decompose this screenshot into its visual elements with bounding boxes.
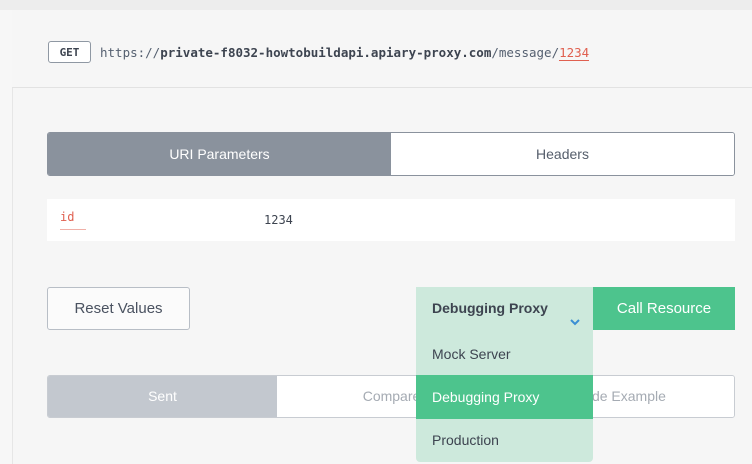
environment-dropdown: Mock Server Debugging Proxy Production bbox=[416, 330, 593, 462]
top-strip bbox=[0, 0, 752, 10]
call-resource-button[interactable]: Call Resource bbox=[593, 287, 735, 330]
url-path: /message/ bbox=[491, 45, 560, 60]
url-scheme: https:// bbox=[100, 45, 161, 60]
parameter-value-input[interactable]: 1234 bbox=[264, 213, 293, 227]
request-url: https://private-f8032-howtobuildapi.apia… bbox=[100, 45, 590, 61]
env-option-production[interactable]: Production bbox=[416, 418, 593, 462]
environment-select-value: Debugging Proxy bbox=[432, 300, 548, 316]
url-host: private-f8032-howtobuildapi.apiary-proxy… bbox=[160, 45, 492, 60]
tab-sent[interactable]: Sent bbox=[48, 376, 277, 417]
environment-select[interactable]: Debugging Proxy bbox=[416, 287, 593, 330]
result-tabs: Sent Compare Code Example bbox=[47, 375, 735, 418]
reset-values-button[interactable]: Reset Values bbox=[47, 287, 190, 330]
params-tabs: URI Parameters Headers bbox=[47, 132, 735, 176]
tab-headers[interactable]: Headers bbox=[391, 133, 734, 175]
chevron-down-icon bbox=[569, 302, 581, 326]
method-badge: GET bbox=[48, 41, 91, 63]
tab-uri-parameters[interactable]: URI Parameters bbox=[48, 133, 391, 175]
url-param: 1234 bbox=[559, 45, 590, 61]
uri-parameter-row: id 1234 bbox=[47, 199, 735, 241]
env-option-mock-server[interactable]: Mock Server bbox=[416, 332, 593, 376]
env-option-debugging-proxy[interactable]: Debugging Proxy bbox=[416, 375, 593, 419]
parameter-name: id bbox=[60, 210, 87, 230]
